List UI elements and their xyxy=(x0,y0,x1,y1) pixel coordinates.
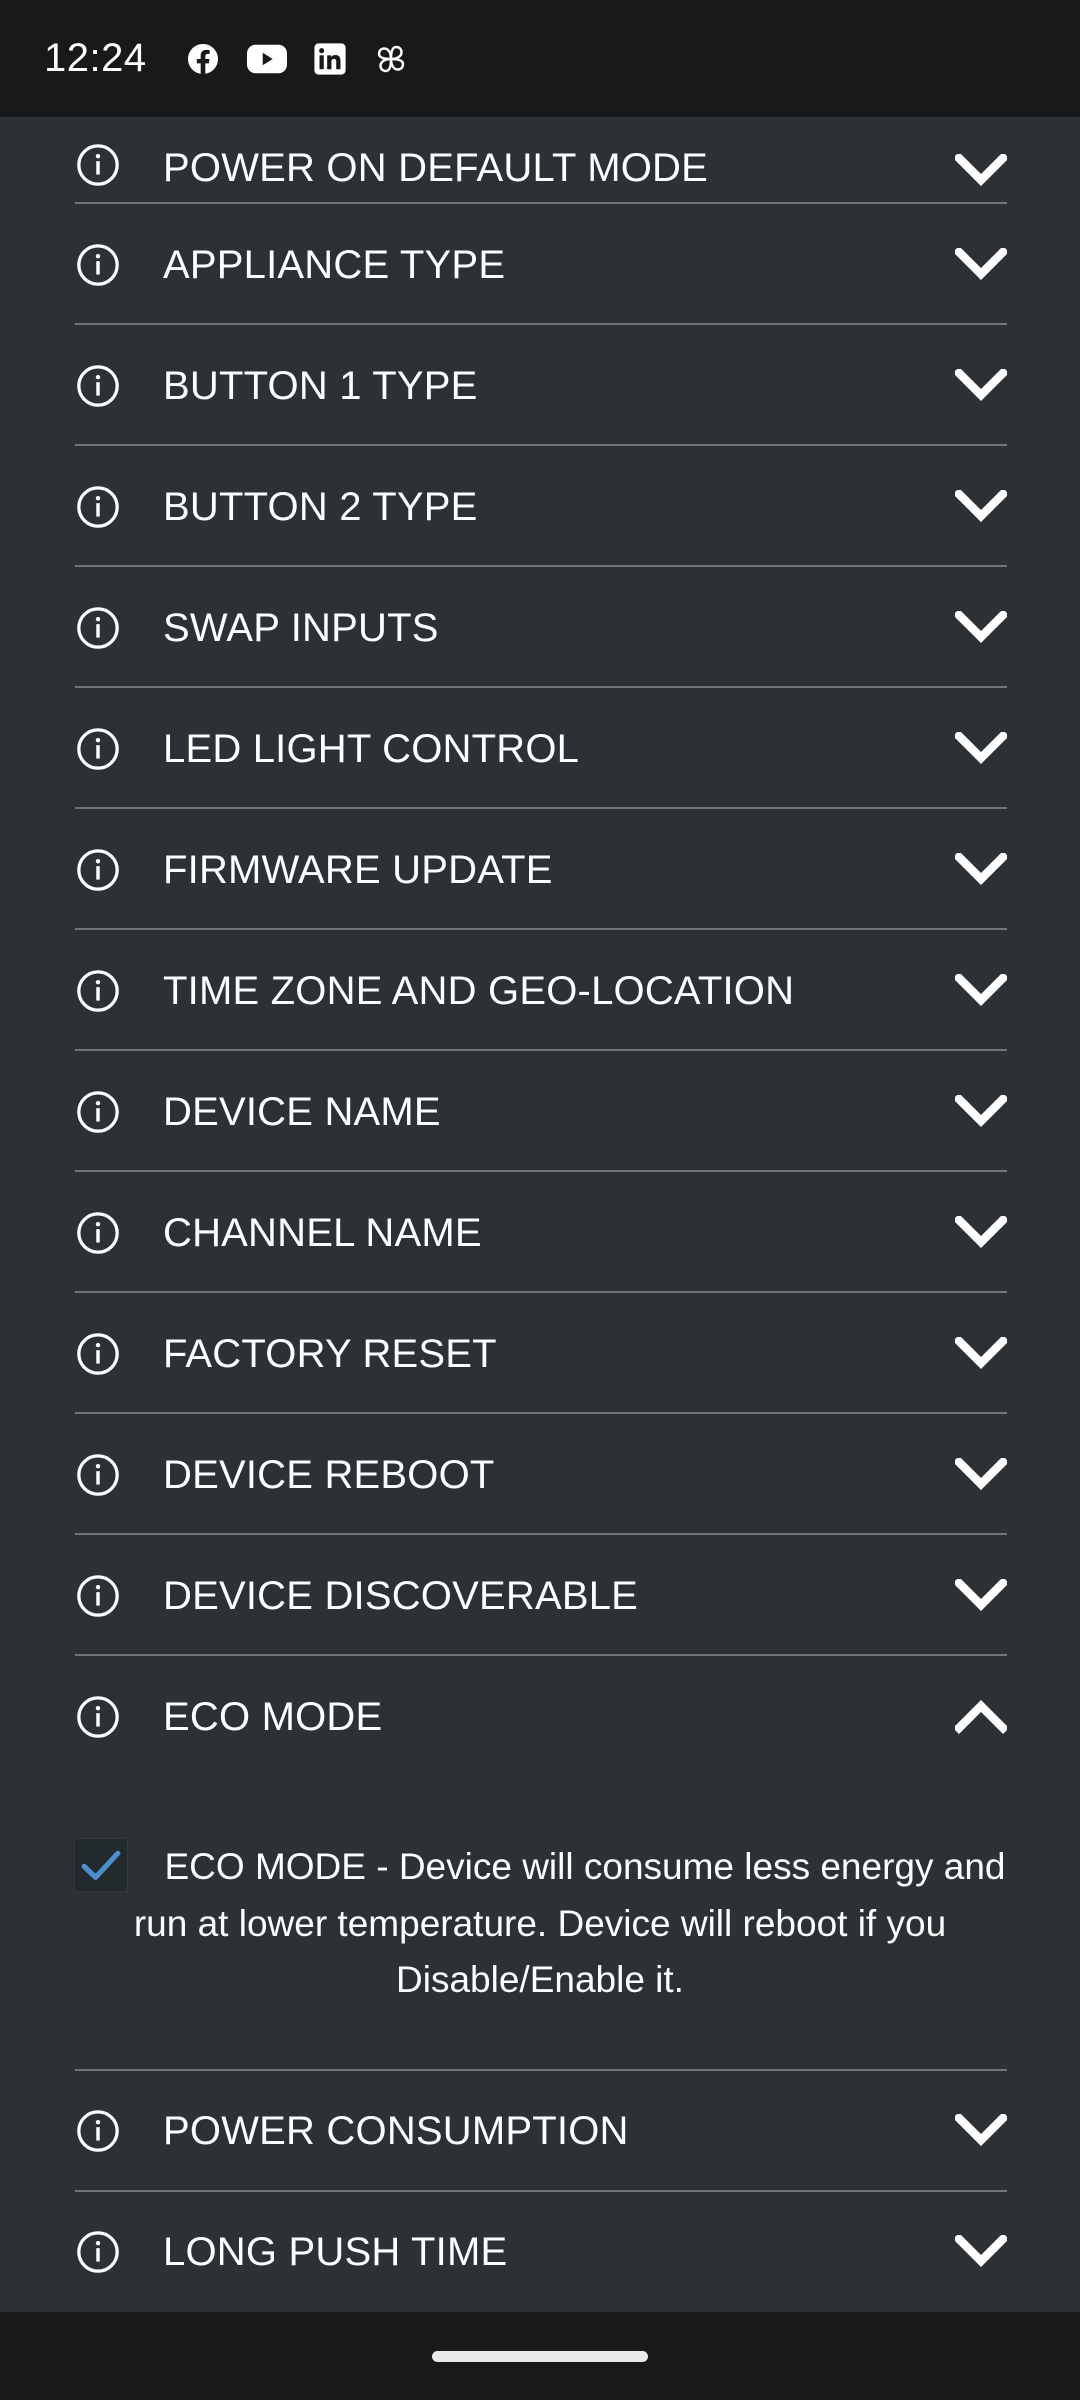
settings-row-label: DEVICE NAME xyxy=(163,1089,441,1134)
settings-row-label: FACTORY RESET xyxy=(163,1331,497,1376)
status-bar-notification-icons xyxy=(185,41,409,77)
settings-row-label: BUTTON 2 TYPE xyxy=(163,484,478,529)
chevron-down-icon[interactable] xyxy=(955,368,1007,403)
info-icon[interactable] xyxy=(75,1573,121,1619)
eco-mode-option: ECO MODE - Device will consume less ener… xyxy=(62,1838,1018,2009)
chevron-up-icon[interactable] xyxy=(955,1699,1007,1734)
chevron-down-icon[interactable] xyxy=(955,1578,1007,1613)
chevron-down-icon[interactable] xyxy=(955,731,1007,766)
settings-row-time-zone-and-geo-location[interactable]: TIME ZONE AND GEO-LOCATION xyxy=(0,930,1080,1051)
system-navigation-bar xyxy=(0,2312,1080,2400)
facebook-icon xyxy=(185,41,221,77)
pinwheel-icon xyxy=(373,41,409,77)
eco-mode-expanded-panel: ECO MODE - Device will consume less ener… xyxy=(0,1777,1080,2071)
settings-row-label: DEVICE DISCOVERABLE xyxy=(163,1573,639,1618)
info-icon[interactable] xyxy=(75,2108,121,2154)
settings-row-long-push-time[interactable]: LONG PUSH TIME xyxy=(0,2192,1080,2312)
chevron-down-icon[interactable] xyxy=(955,2114,1007,2148)
eco-mode-description: ECO MODE - Device will consume less ener… xyxy=(133,1846,1006,2001)
info-icon[interactable] xyxy=(75,363,121,409)
settings-row-firmware-update[interactable]: FIRMWARE UPDATE xyxy=(0,809,1080,930)
settings-row-label: DEVICE REBOOT xyxy=(163,1452,495,1497)
info-icon[interactable] xyxy=(75,1331,121,1377)
settings-row-label: FIRMWARE UPDATE xyxy=(163,847,553,892)
settings-row-appliance-type[interactable]: APPLIANCE TYPE xyxy=(0,204,1080,325)
settings-row-label: POWER ON DEFAULT MODE xyxy=(163,146,709,190)
settings-row-label: LED LIGHT CONTROL xyxy=(163,726,580,771)
info-icon[interactable] xyxy=(75,726,121,772)
chevron-down-icon[interactable] xyxy=(955,1215,1007,1250)
status-bar: 12:24 xyxy=(0,0,1080,117)
eco-mode-checkbox[interactable] xyxy=(74,1838,129,1893)
settings-row-label: TIME ZONE AND GEO-LOCATION xyxy=(163,968,795,1013)
settings-row-label: POWER CONSUMPTION xyxy=(163,2109,629,2154)
phone-screen: 12:24 POWER ON DEFAULT MODE APPLIANCE TY… xyxy=(0,0,1080,2400)
settings-row-label: APPLIANCE TYPE xyxy=(163,242,506,287)
chevron-down-icon[interactable] xyxy=(955,610,1007,645)
info-icon[interactable] xyxy=(75,484,121,530)
info-icon[interactable] xyxy=(75,1210,121,1256)
chevron-down-icon[interactable] xyxy=(955,247,1007,282)
settings-row-button-2-type[interactable]: BUTTON 2 TYPE xyxy=(0,446,1080,567)
chevron-down-icon[interactable] xyxy=(955,1094,1007,1129)
settings-row-button-1-type[interactable]: BUTTON 1 TYPE xyxy=(0,325,1080,446)
info-icon[interactable] xyxy=(75,1694,121,1740)
info-icon[interactable] xyxy=(75,1452,121,1498)
info-icon[interactable] xyxy=(75,2229,121,2275)
settings-row-device-name[interactable]: DEVICE NAME xyxy=(0,1051,1080,1172)
settings-row-device-discoverable[interactable]: DEVICE DISCOVERABLE xyxy=(0,1535,1080,1656)
info-icon[interactable] xyxy=(75,242,121,288)
info-icon[interactable] xyxy=(75,968,121,1014)
settings-row-label: CHANNEL NAME xyxy=(163,1210,482,1255)
settings-row-label: ECO MODE xyxy=(163,1694,383,1739)
settings-row-label: LONG PUSH TIME xyxy=(163,2230,508,2275)
chevron-down-icon[interactable] xyxy=(955,973,1007,1008)
info-icon[interactable] xyxy=(75,142,121,188)
info-icon[interactable] xyxy=(75,605,121,651)
settings-row-factory-reset[interactable]: FACTORY RESET xyxy=(0,1293,1080,1414)
settings-row-device-reboot[interactable]: DEVICE REBOOT xyxy=(0,1414,1080,1535)
settings-row-label: SWAP INPUTS xyxy=(163,605,439,650)
status-bar-clock: 12:24 xyxy=(44,36,147,80)
chevron-down-icon[interactable] xyxy=(955,1457,1007,1492)
youtube-icon xyxy=(246,44,287,74)
settings-row-channel-name[interactable]: CHANNEL NAME xyxy=(0,1172,1080,1293)
info-icon[interactable] xyxy=(75,1089,121,1135)
settings-row-eco-mode[interactable]: ECO MODE xyxy=(0,1656,1080,1777)
chevron-down-icon[interactable] xyxy=(955,852,1007,887)
settings-row-power-consumption[interactable]: POWER CONSUMPTION xyxy=(0,2071,1080,2192)
chevron-down-icon[interactable] xyxy=(955,154,1007,188)
home-gesture-pill[interactable] xyxy=(432,2350,648,2362)
settings-row-power-on-default-mode[interactable]: POWER ON DEFAULT MODE xyxy=(0,117,1080,204)
settings-row-swap-inputs[interactable]: SWAP INPUTS xyxy=(0,567,1080,688)
chevron-down-icon[interactable] xyxy=(955,1336,1007,1371)
linkedin-icon xyxy=(313,42,347,76)
info-icon[interactable] xyxy=(75,847,121,893)
settings-row-led-light-control[interactable]: LED LIGHT CONTROL xyxy=(0,688,1080,809)
settings-list[interactable]: POWER ON DEFAULT MODE APPLIANCE TYPE BUT… xyxy=(0,117,1080,2312)
chevron-down-icon[interactable] xyxy=(955,489,1007,524)
settings-row-label: BUTTON 1 TYPE xyxy=(163,363,478,408)
chevron-down-icon[interactable] xyxy=(955,2235,1007,2269)
